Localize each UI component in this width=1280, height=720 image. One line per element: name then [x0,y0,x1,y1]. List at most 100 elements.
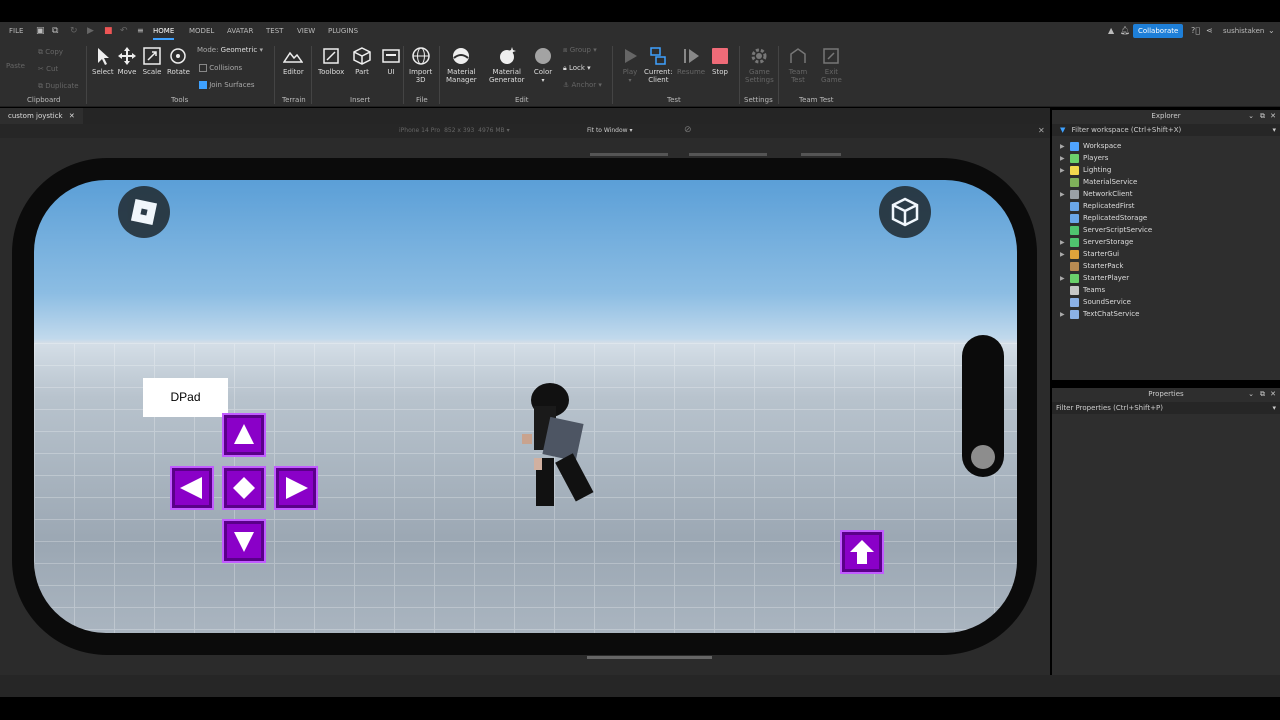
explorer-filter[interactable]: ▼ Filter workspace (Ctrl+Shift+X) ▾ [1052,124,1280,136]
backpack-button[interactable] [879,186,931,238]
close-tab-icon[interactable]: ✕ [69,112,75,120]
exit-game-button[interactable]: Exit Game [821,46,842,84]
explorer-item[interactable]: ▶ Lighting [1060,164,1111,176]
tab-plugins[interactable]: PLUGINS [328,22,358,40]
undo-icon[interactable]: ↶ [120,22,128,40]
lock-button[interactable]: 🔒︎ Lock ▾ [563,64,591,73]
collaborate-button[interactable]: Collaborate [1133,24,1184,38]
game-settings-button[interactable]: Game Settings [745,46,774,84]
rotate-device-icon[interactable]: ⊘ [684,125,692,135]
stop-button[interactable]: Stop [710,46,730,76]
explorer-item[interactable]: ReplicatedFirst [1060,200,1135,212]
explorer-item[interactable]: ▶ TextChatService [1060,308,1139,320]
share-icon[interactable]: ⋖ [1206,22,1213,40]
filter-dropdown-icon[interactable]: ▾ [1272,124,1276,136]
filter-dropdown-icon[interactable]: ▾ [1272,402,1276,414]
close-emulator-icon[interactable]: ✕ [1038,126,1045,135]
explorer-item[interactable]: MaterialService [1060,176,1137,188]
explorer-item[interactable]: ▶ StarterGui [1060,248,1119,260]
tab-view[interactable]: VIEW [297,22,315,40]
join-surfaces-toggle[interactable]: Join Surfaces [199,81,255,89]
color-dropdown-icon[interactable]: ▾ [541,77,544,84]
rotate-tool[interactable]: Rotate [167,46,190,76]
dpad-left-button[interactable] [170,466,214,510]
help-icon[interactable]: ?⃝ [1191,22,1200,40]
fullscreen-icon[interactable]: ⧉ [52,22,58,40]
tab-avatar[interactable]: AVATAR [227,22,253,40]
tab-model[interactable]: MODEL [189,22,214,40]
username[interactable]: sushistaken [1223,22,1264,40]
play-button[interactable]: Play ▾ [620,46,640,84]
popout-icon[interactable]: ⧉ [1260,110,1265,122]
dpad-center-button[interactable] [222,466,266,510]
tab-test[interactable]: TEST [266,22,283,40]
expand-arrow-icon[interactable]: ▶ [1060,309,1070,321]
properties-filter[interactable]: Filter Properties (Ctrl+Shift+P) ▾ [1052,402,1280,414]
explorer-filter-input[interactable]: Filter workspace (Ctrl+Shift+X) [1072,126,1182,134]
file-menu[interactable]: FILE [9,22,23,40]
close-panel-icon[interactable]: ✕ [1270,388,1276,400]
explorer-item[interactable]: SoundService [1060,296,1131,308]
roblox-menu-button[interactable] [118,186,170,238]
panel-menu-icon[interactable]: ⌄ [1248,388,1254,400]
redo-icon[interactable]: ↻ [70,22,78,40]
import-3d-button[interactable]: Import 3D [409,46,432,84]
explorer-item[interactable]: ▶ Workspace [1060,140,1121,152]
copy-button[interactable]: ⧉ Copy [38,48,63,57]
camera-slider[interactable] [962,335,1004,477]
separator [739,46,740,104]
tab-custom-joystick[interactable]: custom joystick ✕ [0,108,83,124]
dpad-right-button[interactable] [274,466,318,510]
paste-button[interactable]: Paste [6,62,25,70]
mode-dropdown[interactable]: Mode: Geometric ▾ [197,46,263,54]
explorer-item[interactable]: ▶ StarterPlayer [1060,272,1129,284]
cut-button[interactable]: ✂ Cut [38,65,58,73]
explorer-item[interactable]: ▶ NetworkClient [1060,188,1133,200]
team-test-button[interactable]: Team Test [788,46,808,84]
device-dropdown[interactable]: iPhone 14 Pro 852 x 393 4976 MB ▾ [399,127,510,134]
group-button[interactable]: ⧈ Group ▾ [563,46,597,55]
collisions-toggle[interactable]: Collisions [199,64,242,72]
dpad-down-button[interactable] [222,519,266,563]
color-button[interactable]: Color ▾ [533,46,553,84]
join-surfaces-checkbox[interactable] [199,81,207,89]
explorer-item[interactable]: StarterPack [1060,260,1123,272]
close-panel-icon[interactable]: ✕ [1270,110,1276,122]
notifications-icon[interactable]: 🔔︎ [1120,22,1130,40]
user-menu-icon[interactable]: ⌄ [1268,22,1275,40]
scale-tool[interactable]: Scale [142,46,162,76]
slider-knob[interactable] [971,445,995,469]
arrow-left-icon [180,477,202,499]
stop-small-icon[interactable]: ■ [104,22,113,40]
ui-button[interactable]: UI [381,46,401,76]
dpad-up-button[interactable] [222,413,266,457]
explorer-item[interactable]: ▶ ServerStorage [1060,236,1133,248]
anchor-button[interactable]: ⚓︎ Anchor ▾ [563,81,602,89]
material-manager-button[interactable]: Material Manager [446,46,477,84]
popout-icon[interactable]: ⧉ [1260,388,1265,400]
fit-to-window-dropdown[interactable]: Fit to Window ▾ [587,127,632,134]
duplicate-button[interactable]: ⧉ Duplicate [38,82,79,91]
jump-button[interactable] [840,530,884,574]
collisions-checkbox[interactable] [199,64,207,72]
move-tool[interactable]: Move [117,46,137,76]
toolbox-button[interactable]: Toolbox [318,46,344,76]
explorer-item[interactable]: ▶ Players [1060,152,1108,164]
resume-button[interactable]: Resume [677,46,705,76]
play-small-icon[interactable]: ▶ [87,22,94,40]
select-tool[interactable]: Select [92,46,114,76]
current-client-button[interactable]: Current: Client [644,46,673,84]
part-button[interactable]: Part [352,46,372,76]
explorer-item[interactable]: ServerScriptService [1060,224,1152,236]
terrain-editor-button[interactable]: Editor [283,46,304,76]
panel-menu-icon[interactable]: ⌄ [1248,110,1254,122]
customize-icon[interactable]: ≡ [137,22,144,40]
collapse-ribbon-icon[interactable]: ▲ [1108,22,1114,40]
explorer-item[interactable]: Teams [1060,284,1105,296]
properties-filter-input[interactable]: Filter Properties (Ctrl+Shift+P) [1056,404,1163,412]
tab-home[interactable]: HOME [153,22,175,40]
save-icon[interactable]: ▣ [36,22,45,40]
explorer-item[interactable]: ReplicatedStorage [1060,212,1147,224]
material-generator-button[interactable]: Material Generator [489,46,525,84]
material-generator-icon [499,47,516,64]
